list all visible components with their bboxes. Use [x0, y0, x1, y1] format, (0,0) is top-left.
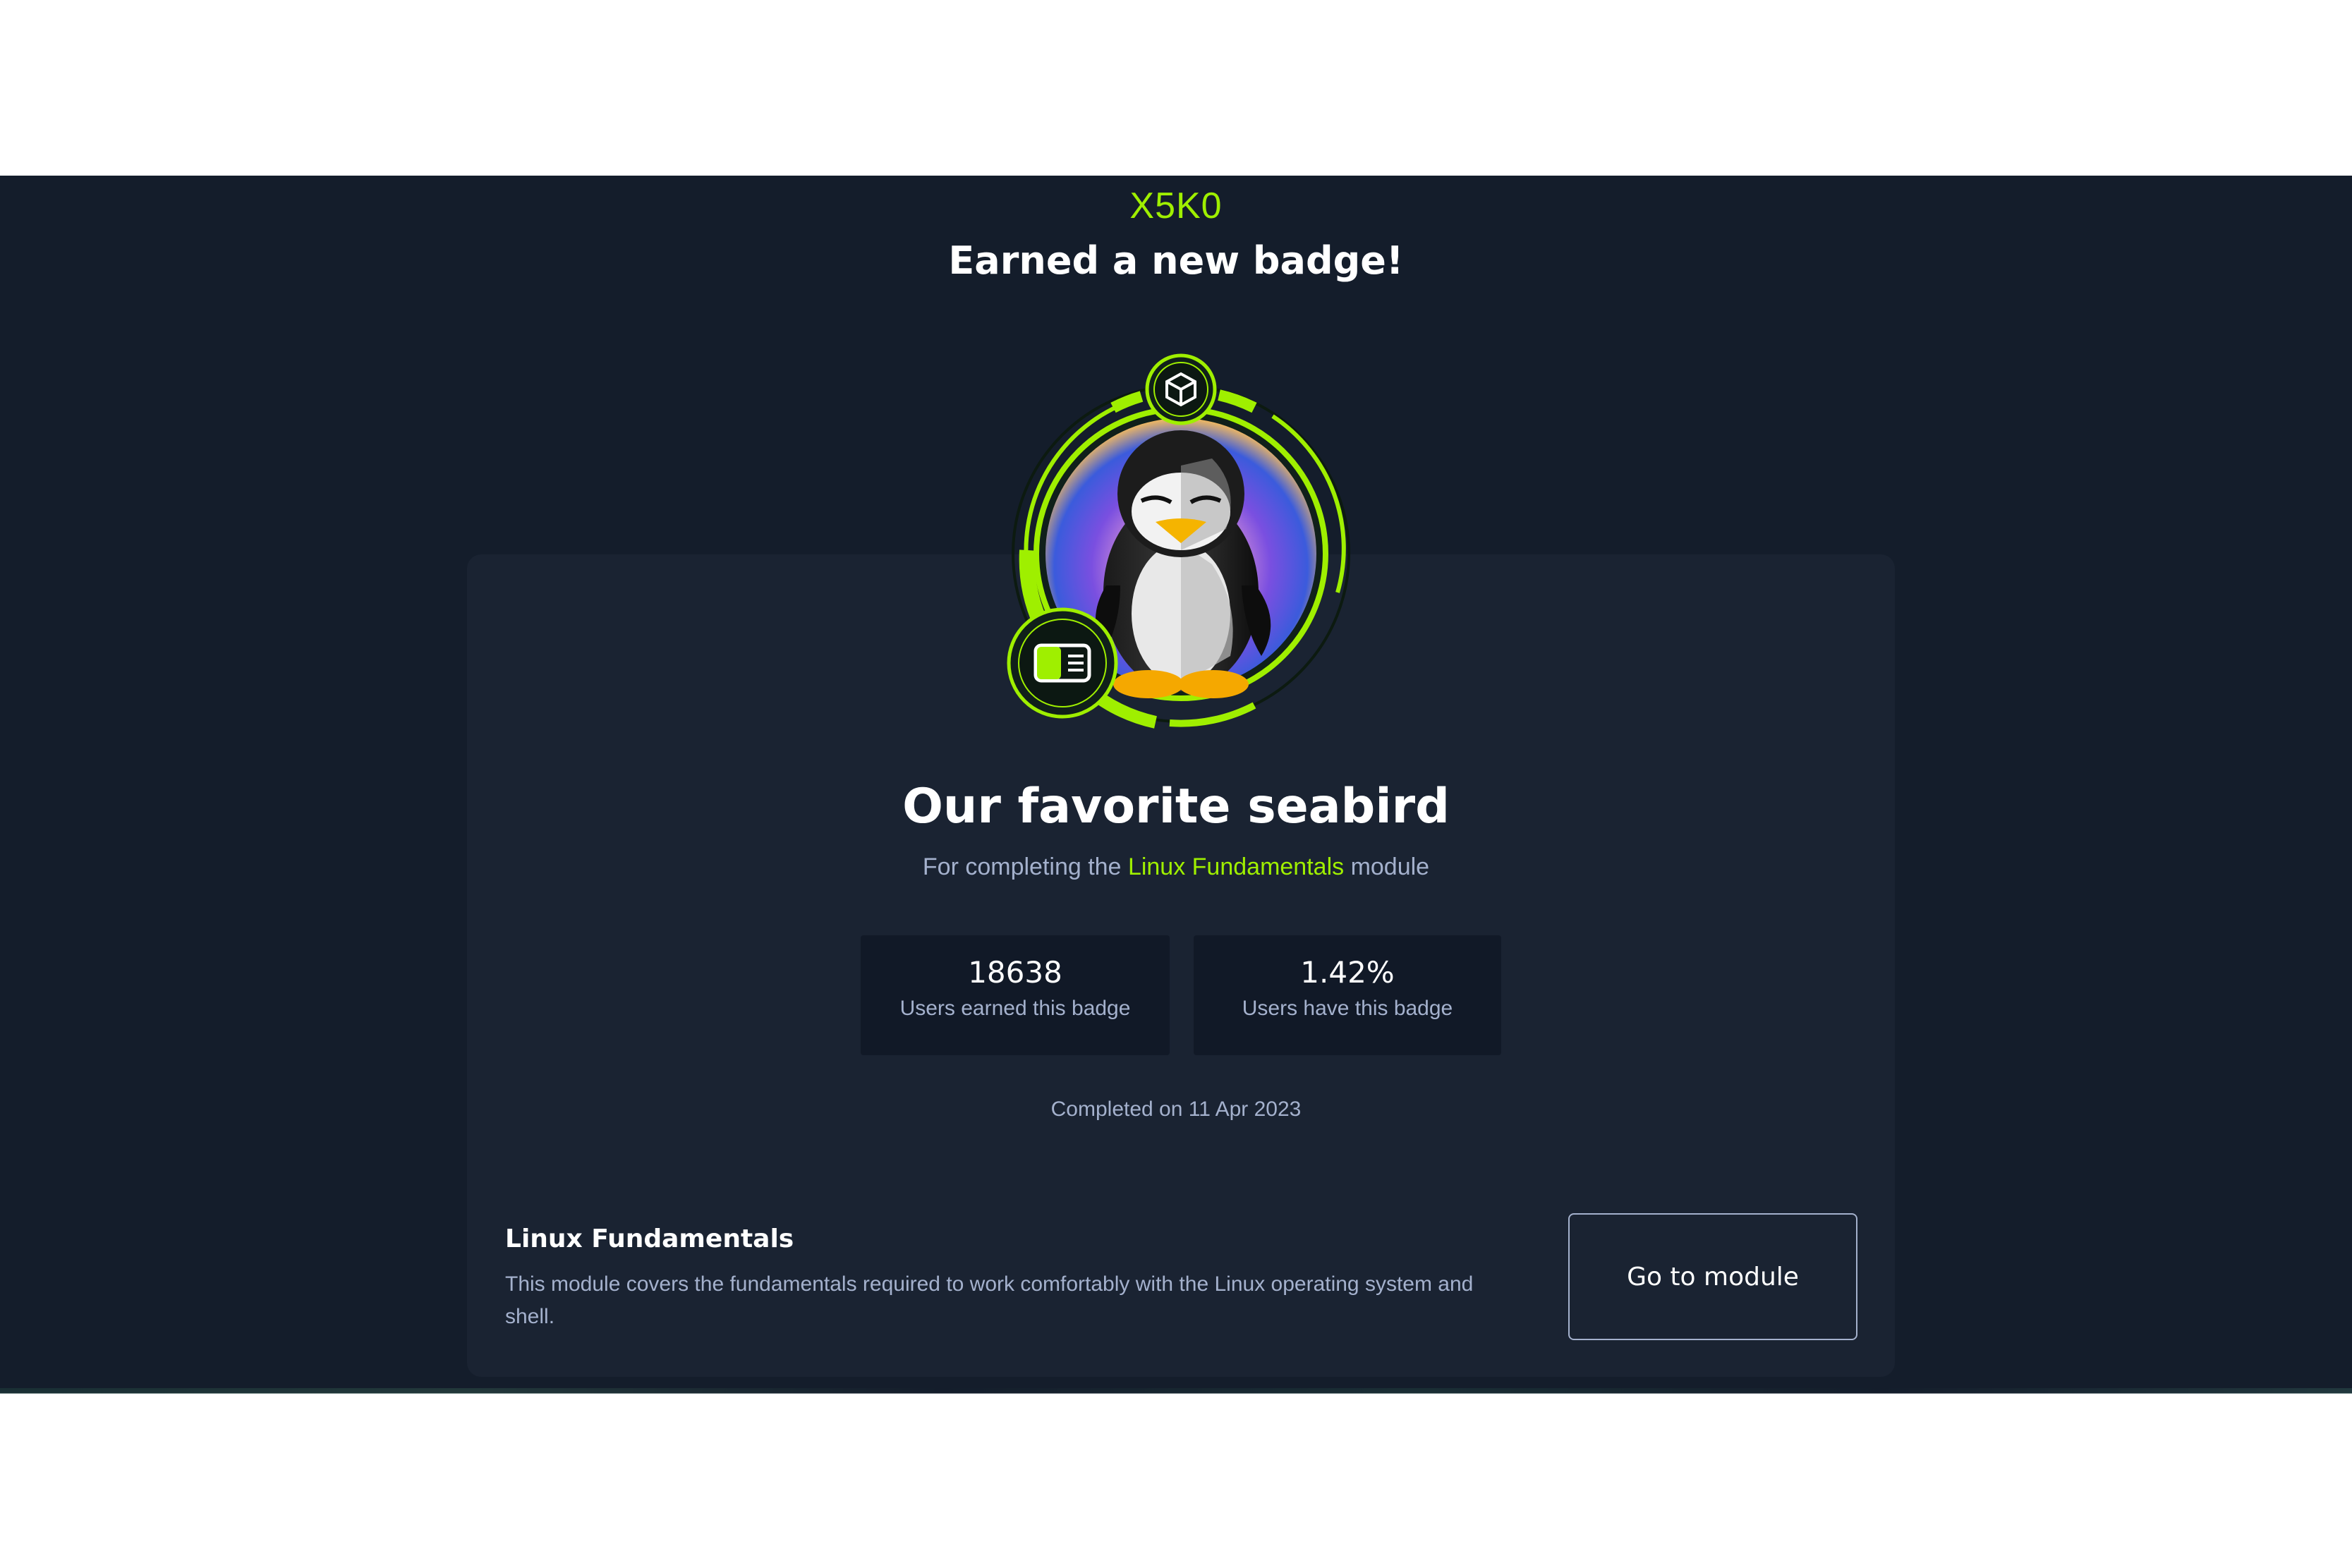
go-to-module-button[interactable]: Go to module — [1568, 1213, 1857, 1340]
module-link[interactable]: Linux Fundamentals — [1128, 853, 1344, 880]
bottom-divider — [0, 1388, 2352, 1394]
username: X5K0 — [1129, 186, 1223, 226]
penguin-badge-icon — [1007, 353, 1350, 729]
badge-image — [1000, 353, 1367, 734]
badge-title: Our favorite seabird — [902, 779, 1450, 834]
stat-users-earned: 18638 Users earned this badge — [861, 935, 1170, 1055]
stat-label: Users have this badge — [1242, 997, 1453, 1020]
stat-users-percent: 1.42% Users have this badge — [1194, 935, 1501, 1055]
badge-subtitle: For completing the Linux Fundamentals mo… — [0, 853, 2352, 881]
module-name: Linux Fundamentals — [505, 1224, 794, 1253]
stat-label: Users earned this badge — [899, 997, 1131, 1020]
subtitle-prefix: For completing the — [922, 853, 1122, 880]
module-description: This module covers the fundamentals requ… — [505, 1272, 1474, 1328]
stat-value: 1.42% — [1300, 955, 1395, 990]
completed-date: Completed on 11 Apr 2023 — [1050, 1098, 1302, 1121]
page-headline: Earned a new badge! — [948, 238, 1404, 283]
subtitle-suffix: module — [1350, 853, 1430, 880]
stat-value: 18638 — [968, 955, 1062, 990]
